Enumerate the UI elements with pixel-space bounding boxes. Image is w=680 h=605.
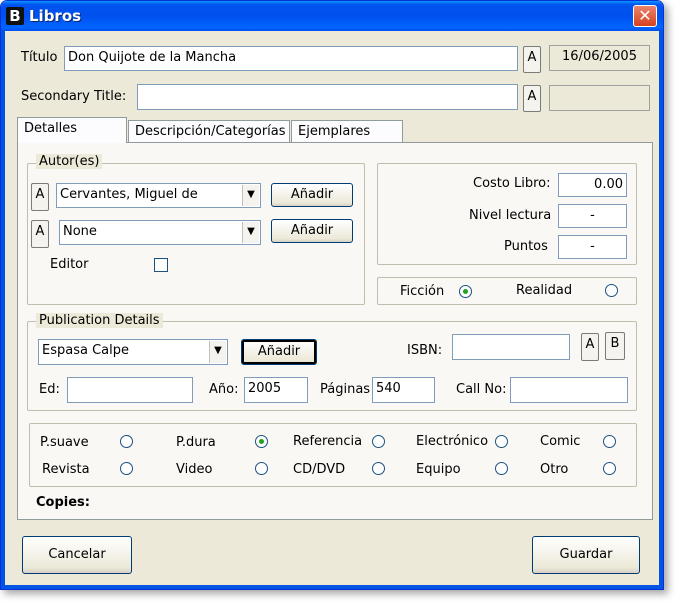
ficcion-label: Ficción [400,284,445,299]
tab-descripcion-categorias[interactable]: Descripción/Categorías [128,120,290,144]
format-label-p-dura: P.dura [176,435,216,450]
window-title: Libros [29,7,82,25]
close-icon: ✕ [638,6,652,25]
window-border-bottom [1,585,663,589]
editor-label: Editor [50,257,89,272]
format-radio-referencia[interactable] [372,435,385,448]
author-2-value: None [63,224,97,239]
format-radio-electronico[interactable] [495,435,508,448]
libros-window: B Libros ✕ Título Don Quijote de la Manc… [0,0,664,590]
publisher-value: Espasa Calpe [42,343,129,358]
author-1-value: Cervantes, Miguel de [60,187,198,202]
close-button[interactable]: ✕ [633,5,657,27]
publisher-select[interactable]: Espasa Calpe ▼ [38,339,228,365]
author-1-add-button[interactable]: Añadir [271,183,353,207]
author-2-select[interactable]: None ▼ [59,220,261,245]
format-radio-otro[interactable] [603,462,616,475]
window-border-left [1,31,5,589]
author-1-a-button[interactable]: A [31,183,49,211]
isbn-a-button[interactable]: A [581,333,599,361]
title-bar[interactable]: B Libros ✕ [1,1,663,31]
isbn-input[interactable] [452,334,570,360]
title-input[interactable]: Don Quijote de la Mancha [64,46,518,71]
format-radio-video[interactable] [255,462,268,475]
window-border-right [659,31,663,589]
format-radio-p-dura[interactable] [255,435,268,448]
format-label-otro: Otro [540,462,569,477]
format-label-comic: Comic [540,434,581,449]
callno-input[interactable] [510,377,628,403]
format-radio-comic[interactable] [603,435,616,448]
ed-label: Ed: [39,382,60,397]
year-input[interactable]: 2005 [244,377,308,403]
format-radio-revista[interactable] [120,462,133,475]
copies-label: Copies: [36,495,90,510]
author-2-a-button[interactable]: A [31,220,49,248]
secondary-title-input[interactable] [137,84,518,110]
format-label-referencia: Referencia [293,434,363,449]
puntos-label: Puntos [504,239,548,254]
author-2-add-button[interactable]: Añadir [271,219,353,243]
format-label-revista: Revista [42,462,90,477]
format-group [29,423,637,487]
save-button[interactable]: Guardar [532,536,640,574]
date-field: 16/06/2005 [549,45,650,71]
callno-label: Call No: [456,382,507,397]
tab-ejemplares[interactable]: Ejemplares [291,120,403,144]
puntos-input[interactable]: - [558,235,627,259]
secondary-extra-field [549,85,650,111]
year-label: Año: [209,382,239,397]
publication-legend: Publication Details [36,313,163,328]
realidad-radio[interactable] [605,284,618,297]
editor-checkbox[interactable] [154,258,168,272]
realidad-label: Realidad [516,283,573,298]
app-logo-icon: B [6,7,24,25]
format-label-video: Video [176,462,213,477]
format-label-p-suave: P.suave [40,435,89,450]
format-radio-cd-dvd[interactable] [372,462,385,475]
author-1-select[interactable]: Cervantes, Miguel de ▼ [56,183,261,208]
format-radio-equipo[interactable] [495,462,508,475]
isbn-label: ISBN: [407,343,443,358]
isbn-b-button[interactable]: B [605,332,625,360]
format-radio-p-suave[interactable] [120,435,133,448]
ficcion-radio[interactable] [459,285,472,298]
nivel-lectura-label: Nivel lectura [469,208,552,223]
cancel-button[interactable]: Cancelar [22,536,132,574]
title-label: Título [21,50,58,65]
costo-libro-label: Costo Libro: [473,176,551,191]
format-label-electronico: Electrónico [416,434,489,449]
chevron-down-icon[interactable]: ▼ [209,341,226,363]
chevron-down-icon[interactable]: ▼ [242,222,259,243]
format-label-equipo: Equipo [416,462,461,477]
format-label-cd-dvd: CD/DVD [293,462,346,477]
authors-legend: Autor(es) [36,154,103,169]
pages-label: Páginas [320,382,371,397]
ed-input[interactable] [67,377,193,403]
pages-input[interactable]: 540 [372,377,435,403]
publisher-add-button[interactable]: Añadir [241,339,317,365]
secondary-title-a-button[interactable]: A [523,85,541,112]
title-a-button[interactable]: A [523,46,541,73]
secondary-title-label: Secondary Title: [21,89,127,104]
tab-detalles[interactable]: Detalles [17,117,127,143]
nivel-lectura-input[interactable]: - [558,204,627,228]
costo-libro-input[interactable]: 0.00 [558,173,627,197]
chevron-down-icon[interactable]: ▼ [242,185,259,206]
